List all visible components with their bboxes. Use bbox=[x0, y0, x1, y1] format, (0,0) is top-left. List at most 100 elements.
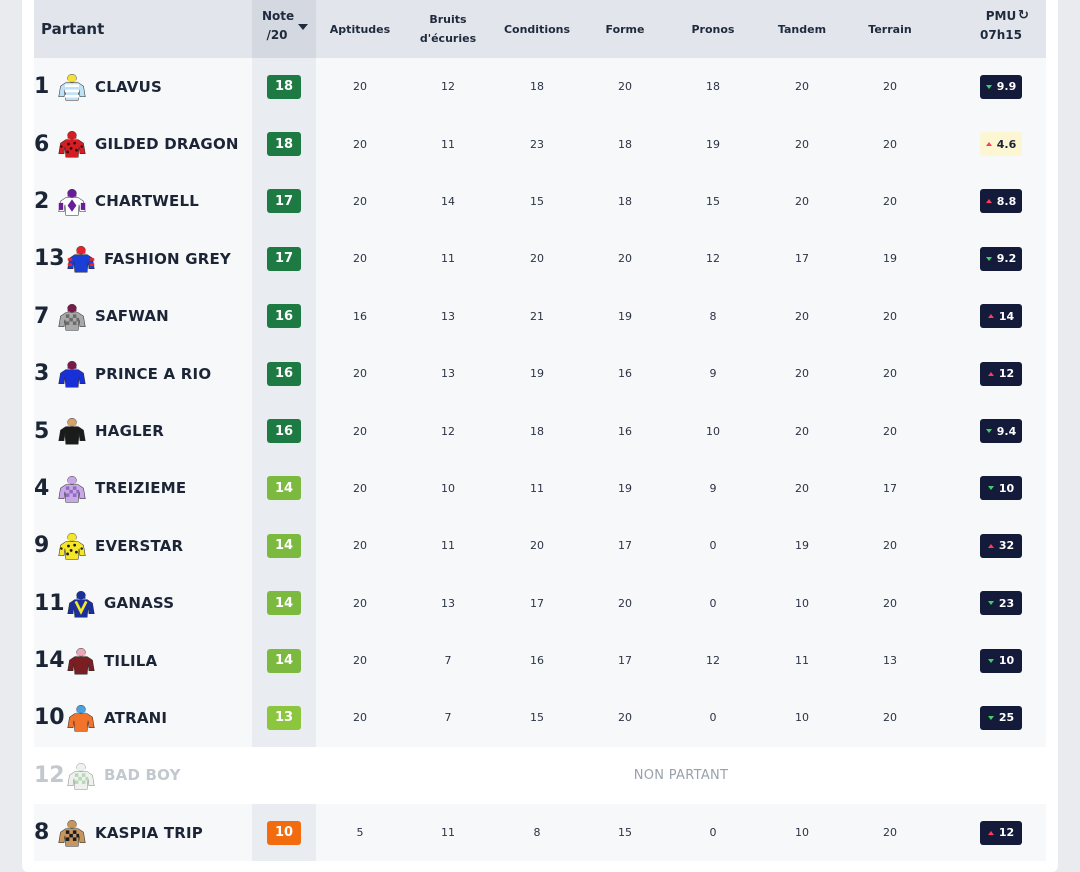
horse-name[interactable]: GILDED DRAGON bbox=[95, 115, 239, 172]
horse-number: 1 bbox=[34, 74, 50, 100]
header-col-pronos[interactable]: Pronos bbox=[669, 0, 757, 58]
table-row[interactable]: 11 GANASS 14 20 13 17 20 0 10 20 23 bbox=[34, 574, 1046, 632]
pmu-odds-value: 9.2 bbox=[996, 252, 1017, 266]
pmu-odds-badge[interactable]: 10 bbox=[980, 648, 1022, 673]
horse-number: 2 bbox=[34, 188, 50, 214]
table-row[interactable]: 14 TILILA 14 20 7 16 17 12 11 13 10 bbox=[34, 631, 1046, 690]
pmu-odds-badge[interactable]: 10 bbox=[980, 476, 1022, 501]
header-col-label: Conditions bbox=[503, 22, 571, 36]
table-row[interactable]: 12 BAD BOY NON PARTANT bbox=[34, 746, 1046, 805]
horse-name[interactable]: ATRANI bbox=[104, 689, 167, 746]
horse-name[interactable]: CHARTWELL bbox=[95, 173, 199, 230]
table-row[interactable]: 2 CHARTWELL 17 20 14 15 18 15 20 20 8.8 bbox=[34, 172, 1046, 231]
pmu-cell: 32 bbox=[956, 517, 1046, 574]
horse-name[interactable]: FASHION GREY bbox=[104, 230, 231, 287]
pmu-cell: 9.2 bbox=[956, 230, 1046, 287]
score-cell: 20 bbox=[353, 80, 367, 94]
trend-down-icon bbox=[987, 715, 994, 720]
table-row[interactable]: 5 HAGLER 16 20 12 18 16 10 20 20 9.4 bbox=[34, 402, 1046, 460]
horse-name[interactable]: TILILA bbox=[104, 632, 157, 689]
header-partant[interactable]: Partant bbox=[34, 0, 252, 58]
score-cell: 17 bbox=[618, 539, 632, 553]
header-col-tandem[interactable]: Tandem bbox=[758, 0, 846, 58]
score-cell: 0 bbox=[709, 826, 717, 840]
horse-number: 12 bbox=[34, 762, 65, 788]
pmu-odds-badge[interactable]: 9.9 bbox=[979, 74, 1023, 99]
pmu-cell: 25 bbox=[956, 689, 1046, 746]
pmu-cell: 9.9 bbox=[956, 58, 1046, 115]
score-cell: 19 bbox=[795, 539, 809, 553]
score-cell: 17 bbox=[795, 252, 809, 266]
pmu-odds-badge[interactable]: 23 bbox=[980, 591, 1022, 616]
horse-name[interactable]: GANASS bbox=[104, 575, 174, 632]
table-row[interactable]: 7 SAFWAN 16 16 13 21 19 8 20 20 14 bbox=[34, 287, 1046, 345]
trend-down-icon bbox=[985, 256, 992, 261]
header-col-forme[interactable]: Forme bbox=[581, 0, 669, 58]
note-badge: 18 bbox=[267, 132, 301, 157]
score-cell: 20 bbox=[353, 194, 367, 208]
table-row[interactable]: 10 ATRANI 13 20 7 15 20 0 10 20 25 bbox=[34, 689, 1046, 747]
horse-name[interactable]: BAD BOY bbox=[104, 747, 181, 804]
table-row[interactable]: 9 EVERSTAR 14 20 11 20 17 0 19 20 32 bbox=[34, 517, 1046, 575]
table-row[interactable]: 13 FASHION GREY 17 20 11 20 20 12 17 19 9.2 bbox=[34, 230, 1046, 288]
score-cell: 8 bbox=[533, 826, 541, 840]
score-cell: 20 bbox=[618, 80, 632, 94]
score-cell: 17 bbox=[530, 596, 544, 610]
header-pmu[interactable]: PMU 07h15 ↻ bbox=[956, 0, 1046, 58]
header-col-label: Terrain bbox=[868, 22, 912, 36]
header-col-aptitudes[interactable]: Aptitudes bbox=[316, 0, 404, 58]
pmu-odds-badge[interactable]: 12 bbox=[980, 820, 1022, 845]
score-cell: 18 bbox=[706, 80, 720, 94]
score-cell: 23 bbox=[530, 137, 544, 151]
header-pmu-time: 07h15 bbox=[980, 28, 1022, 42]
score-cell: 20 bbox=[795, 194, 809, 208]
score-cell: 20 bbox=[795, 309, 809, 323]
pmu-odds-badge[interactable]: 8.8 bbox=[979, 189, 1023, 214]
horse-name[interactable]: CLAVUS bbox=[95, 58, 162, 115]
header-col-conditions[interactable]: Conditions bbox=[493, 0, 581, 58]
score-cell: 20 bbox=[353, 367, 367, 381]
partants-table: Partant Note/20 Aptitudes Bruits d'écuries… bbox=[34, 0, 1046, 862]
table-row[interactable]: 3 PRINCE A RIO 16 20 13 19 16 9 20 20 12 bbox=[34, 344, 1046, 403]
pmu-odds-badge[interactable]: 32 bbox=[980, 533, 1022, 558]
header-col-label: Forme bbox=[605, 22, 645, 36]
header-col-bruits[interactable]: Bruits d'écuries bbox=[404, 0, 492, 58]
horse-name[interactable]: EVERSTAR bbox=[95, 517, 183, 574]
note-badge: 16 bbox=[267, 419, 301, 444]
pmu-cell: 8.8 bbox=[956, 173, 1046, 230]
score-cell: 20 bbox=[353, 711, 367, 725]
score-cell: 5 bbox=[356, 826, 364, 840]
sort-desc-icon[interactable] bbox=[298, 24, 308, 30]
score-cell: 20 bbox=[795, 424, 809, 438]
trend-down-icon bbox=[985, 429, 992, 434]
pmu-odds-badge[interactable]: 9.4 bbox=[979, 419, 1023, 444]
header-note[interactable]: Note/20 bbox=[252, 0, 316, 58]
score-cell: 18 bbox=[530, 80, 544, 94]
refresh-icon[interactable]: ↻ bbox=[1018, 6, 1029, 25]
score-cell: 20 bbox=[353, 654, 367, 668]
horse-name[interactable]: PRINCE A RIO bbox=[95, 345, 211, 402]
horse-name[interactable]: SAFWAN bbox=[95, 288, 169, 345]
pmu-odds-badge[interactable]: 12 bbox=[980, 361, 1022, 386]
score-cell: 10 bbox=[706, 424, 720, 438]
pmu-odds-badge[interactable]: 9.2 bbox=[979, 246, 1023, 271]
score-cell: 20 bbox=[883, 539, 897, 553]
table-row[interactable]: 1 CLAVUS 18 20 12 18 20 18 20 20 9.9 bbox=[34, 58, 1046, 116]
table-row[interactable]: 8 KASPIA TRIP 10 5 11 8 15 0 10 20 12 bbox=[34, 804, 1046, 862]
pmu-odds-badge[interactable]: 14 bbox=[980, 304, 1022, 329]
table-row[interactable]: 4 TREIZIEME 14 20 10 11 19 9 20 17 10 bbox=[34, 459, 1046, 518]
pmu-odds-badge[interactable]: 4.6 bbox=[979, 132, 1023, 157]
horse-name[interactable]: HAGLER bbox=[95, 402, 164, 459]
note-badge: 14 bbox=[267, 476, 301, 501]
header-col-terrain[interactable]: Terrain bbox=[846, 0, 934, 58]
score-cell: 11 bbox=[441, 252, 455, 266]
score-cell: 20 bbox=[353, 481, 367, 495]
horse-name[interactable]: TREIZIEME bbox=[95, 460, 186, 517]
table-row[interactable]: 6 GILDED DRAGON 18 20 11 23 18 19 20 20 4.6 bbox=[34, 115, 1046, 173]
pmu-odds-badge[interactable]: 25 bbox=[980, 705, 1022, 730]
score-cell: 10 bbox=[795, 711, 809, 725]
score-cell: 15 bbox=[618, 826, 632, 840]
note-cell: 13 bbox=[252, 689, 316, 747]
jockey-silk-icon bbox=[57, 301, 87, 333]
horse-name[interactable]: KASPIA TRIP bbox=[95, 804, 203, 861]
